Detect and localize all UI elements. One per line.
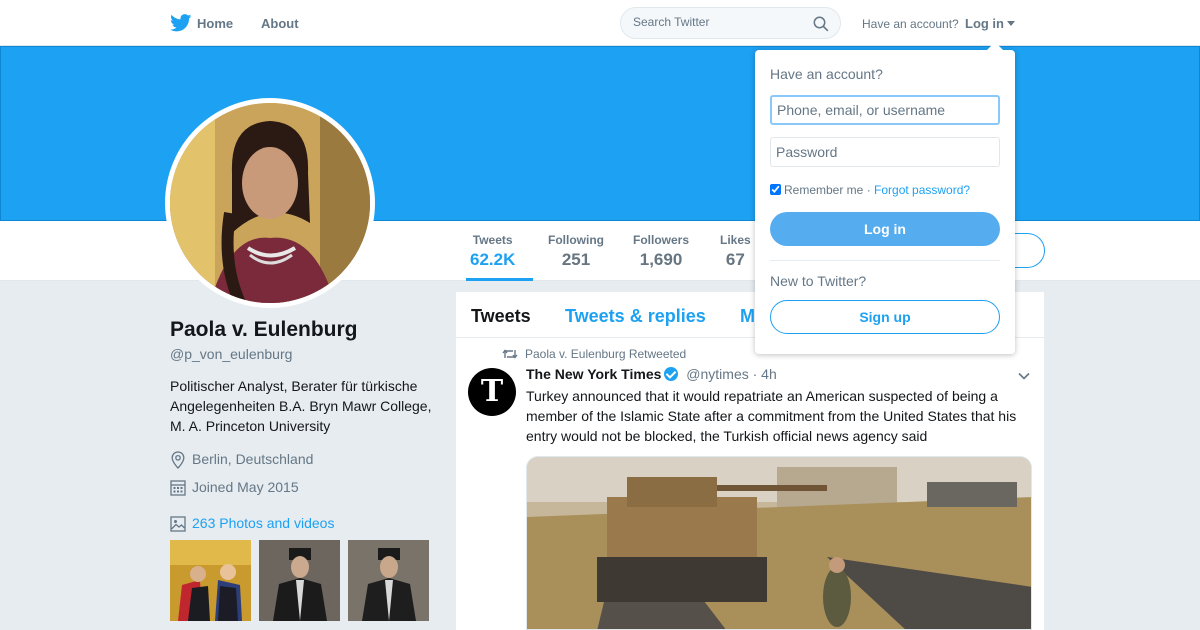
profile-bio: Politischer Analyst, Berater für türkisc… xyxy=(170,378,432,434)
stat-followers[interactable]: Followers 1,690 xyxy=(633,233,689,270)
tab-tweets-and-replies[interactable]: Tweets & replies xyxy=(565,306,706,327)
photos-link-text[interactable]: 263 Photos and videos xyxy=(192,515,334,531)
stat-label: Tweets xyxy=(472,233,513,247)
remember-me-checkbox[interactable] xyxy=(770,184,781,195)
search-input[interactable] xyxy=(633,15,803,29)
verified-badge-icon xyxy=(664,367,679,381)
retweet-icon xyxy=(502,349,518,359)
stat-label: Followers xyxy=(633,233,690,247)
dropdown-divider xyxy=(770,260,1000,261)
dropdown-arrow xyxy=(987,42,1003,50)
username-field[interactable] xyxy=(770,95,1000,125)
avatar-illustration xyxy=(170,103,370,303)
new-to-twitter-text: New to Twitter? xyxy=(770,273,867,289)
tweet-text: Turkey announced that it would repatriat… xyxy=(526,388,1017,444)
tweet-author-avatar[interactable]: T xyxy=(468,368,516,416)
top-nav: Home About Have an account? Log in xyxy=(0,0,1200,46)
remember-me-row: Remember me · Forgot password? xyxy=(770,183,970,197)
thumbnail-image xyxy=(259,540,340,621)
location-text: Berlin, Deutschland xyxy=(192,451,314,467)
thumbnail-image xyxy=(348,540,429,621)
thumbnail-image xyxy=(170,540,251,621)
stat-value: 1,690 xyxy=(639,250,683,269)
active-tab-underline xyxy=(466,278,533,281)
signup-button[interactable]: Sign up xyxy=(770,300,1000,334)
retweet-context-text[interactable]: Paola v. Eulenburg Retweeted xyxy=(525,347,686,361)
profile-handle[interactable]: @p_von_eulenburg xyxy=(170,346,292,362)
stat-value: 67 xyxy=(725,250,745,269)
tab-media[interactable]: M xyxy=(740,306,755,327)
joined-text: Joined May 2015 xyxy=(192,479,299,495)
media-thumbnail[interactable] xyxy=(259,540,340,621)
tweet-photo xyxy=(527,457,1031,629)
stat-label: Following xyxy=(548,233,604,247)
password-field[interactable] xyxy=(770,137,1000,167)
stat-following[interactable]: Following 251 xyxy=(548,233,604,270)
login-toggle-label: Log in xyxy=(965,16,1004,31)
stat-value: 251 xyxy=(561,250,591,269)
login-dropdown-heading: Have an account? xyxy=(770,66,883,82)
nav-home-link[interactable]: Home xyxy=(197,16,233,31)
chevron-down-icon[interactable] xyxy=(1018,372,1030,380)
media-thumbnail[interactable] xyxy=(170,540,251,621)
location-pin-icon xyxy=(171,451,185,469)
search-icon[interactable] xyxy=(813,16,829,32)
login-dropdown: Have an account? Remember me · Forgot pa… xyxy=(755,42,1015,354)
tab-tweets[interactable]: Tweets xyxy=(471,306,531,327)
have-account-text: Have an account? xyxy=(862,17,959,31)
nav-about-link[interactable]: About xyxy=(261,16,299,31)
photo-icon xyxy=(170,516,186,532)
remember-me-label[interactable]: Remember me xyxy=(784,183,863,197)
search-box[interactable] xyxy=(620,7,841,39)
tweet-author-name[interactable]: The New York Times xyxy=(526,366,661,382)
separator-dot: · xyxy=(863,183,875,197)
tweet-timestamp[interactable]: · 4h xyxy=(753,366,777,382)
chevron-down-icon xyxy=(1007,21,1015,26)
stat-label: Likes xyxy=(720,233,751,247)
stat-value: 62.2K xyxy=(470,250,516,269)
profile-avatar[interactable] xyxy=(165,98,375,308)
calendar-icon xyxy=(170,480,186,496)
media-thumbnail[interactable] xyxy=(348,540,429,621)
twitter-bird-icon[interactable] xyxy=(170,14,192,32)
stat-tweets[interactable]: Tweets 62.2K xyxy=(470,233,515,270)
avatar-photo xyxy=(170,103,370,303)
forgot-password-link[interactable]: Forgot password? xyxy=(874,183,970,197)
login-button[interactable]: Log in xyxy=(770,212,1000,246)
tweet-media-image[interactable] xyxy=(526,456,1032,630)
login-dropdown-toggle[interactable]: Log in xyxy=(965,16,1015,31)
profile-name[interactable]: Paola v. Eulenburg xyxy=(170,318,357,342)
tweet-header: The New York Times @nytimes · 4h xyxy=(526,366,777,382)
stat-likes[interactable]: Likes 67 xyxy=(720,233,751,270)
tweet-author-handle[interactable]: @nytimes xyxy=(686,366,748,382)
